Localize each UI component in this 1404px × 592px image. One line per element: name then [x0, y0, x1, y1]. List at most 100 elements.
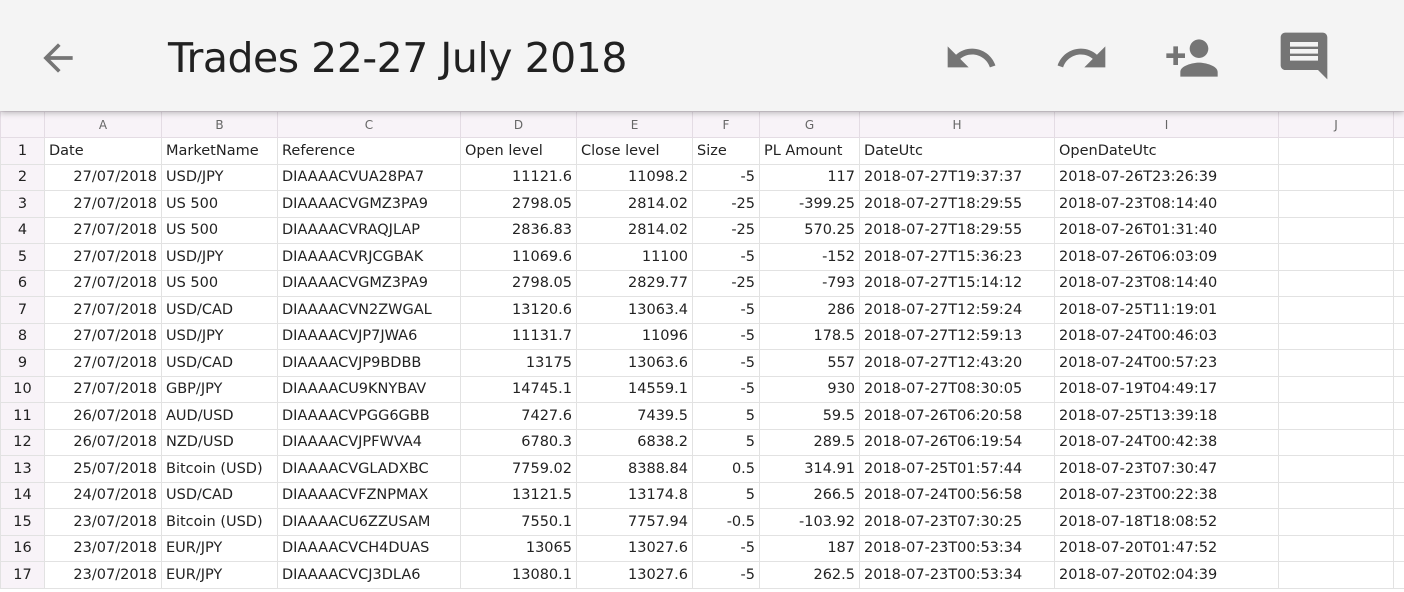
- cell-a-5[interactable]: 27/07/2018: [44, 243, 162, 271]
- row-header[interactable]: 13: [0, 455, 45, 483]
- cell-j-1[interactable]: [1278, 137, 1394, 165]
- row-header[interactable]: 17: [0, 561, 45, 589]
- row-header[interactable]: 8: [0, 322, 45, 350]
- cell-g-17[interactable]: 262.5: [759, 561, 860, 589]
- cell-c-4[interactable]: DIAAAACVRAQJLAP: [277, 216, 461, 244]
- column-header[interactable]: C: [277, 111, 461, 138]
- column-header[interactable]: B: [161, 111, 278, 138]
- cell-i-2[interactable]: 2018-07-26T23:26:39: [1054, 163, 1279, 191]
- column-header[interactable]: F: [692, 111, 760, 138]
- cell-i-3[interactable]: 2018-07-23T08:14:40: [1054, 190, 1279, 218]
- cell-d-16[interactable]: 13065: [460, 534, 577, 562]
- cell-h-8[interactable]: 2018-07-27T12:59:13: [859, 322, 1055, 350]
- cell-f-10[interactable]: -5: [692, 375, 760, 403]
- cell-e-15[interactable]: 7757.94: [576, 508, 693, 536]
- cell-h-9[interactable]: 2018-07-27T12:43:20: [859, 349, 1055, 377]
- cell-e-8[interactable]: 11096: [576, 322, 693, 350]
- cell-c-10[interactable]: DIAAAACU9KNYBAV: [277, 375, 461, 403]
- corner-cell[interactable]: [0, 111, 45, 138]
- cell-b-16[interactable]: EUR/JPY: [161, 534, 278, 562]
- cell-a-12[interactable]: 26/07/2018: [44, 428, 162, 456]
- cell-d-11[interactable]: 7427.6: [460, 402, 577, 430]
- cell-c-3[interactable]: DIAAAACVGMZ3PA9: [277, 190, 461, 218]
- cell-h-1[interactable]: DateUtc: [859, 137, 1055, 165]
- row-header[interactable]: 4: [0, 216, 45, 244]
- row-header[interactable]: 11: [0, 402, 45, 430]
- cell-b-12[interactable]: NZD/USD: [161, 428, 278, 456]
- cell-h-17[interactable]: 2018-07-23T00:53:34: [859, 561, 1055, 589]
- cell-j-9[interactable]: [1278, 349, 1394, 377]
- cell-d-8[interactable]: 11131.7: [460, 322, 577, 350]
- cell-i-4[interactable]: 2018-07-26T01:31:40: [1054, 216, 1279, 244]
- cell-f-1[interactable]: Size: [692, 137, 760, 165]
- cell-a-9[interactable]: 27/07/2018: [44, 349, 162, 377]
- cell-d-5[interactable]: 11069.6: [460, 243, 577, 271]
- cell-j-2[interactable]: [1278, 163, 1394, 191]
- cell-b-10[interactable]: GBP/JPY: [161, 375, 278, 403]
- cell-c-8[interactable]: DIAAAACVJP7JWA6: [277, 322, 461, 350]
- cell-d-10[interactable]: 14745.1: [460, 375, 577, 403]
- cell-b-17[interactable]: EUR/JPY: [161, 561, 278, 589]
- cell-e-9[interactable]: 13063.6: [576, 349, 693, 377]
- cell-a-16[interactable]: 23/07/2018: [44, 534, 162, 562]
- row-header[interactable]: 14: [0, 481, 45, 509]
- spreadsheet-grid[interactable]: A B C D E F G H I J 1 Date MarketName Refer…: [0, 111, 1404, 592]
- cell-i-14[interactable]: 2018-07-23T00:22:38: [1054, 481, 1279, 509]
- row-header[interactable]: 6: [0, 269, 45, 297]
- row-header[interactable]: 15: [0, 508, 45, 536]
- cell-a-15[interactable]: 23/07/2018: [44, 508, 162, 536]
- cell-c-9[interactable]: DIAAAACVJP9BDBB: [277, 349, 461, 377]
- cell-c-7[interactable]: DIAAAACVN2ZWGAL: [277, 296, 461, 324]
- cell-e-12[interactable]: 6838.2: [576, 428, 693, 456]
- cell-j-17[interactable]: [1278, 561, 1394, 589]
- cell-d-9[interactable]: 13175: [460, 349, 577, 377]
- cell-g-9[interactable]: 557: [759, 349, 860, 377]
- cell-a-7[interactable]: 27/07/2018: [44, 296, 162, 324]
- cell-b-8[interactable]: USD/JPY: [161, 322, 278, 350]
- column-header[interactable]: E: [576, 111, 693, 138]
- cell-h-13[interactable]: 2018-07-25T01:57:44: [859, 455, 1055, 483]
- cell-h-16[interactable]: 2018-07-23T00:53:34: [859, 534, 1055, 562]
- column-header[interactable]: J: [1278, 111, 1394, 138]
- cell-h-4[interactable]: 2018-07-27T18:29:55: [859, 216, 1055, 244]
- cell-a-3[interactable]: 27/07/2018: [44, 190, 162, 218]
- cell-i-13[interactable]: 2018-07-23T07:30:47: [1054, 455, 1279, 483]
- cell-e-2[interactable]: 11098.2: [576, 163, 693, 191]
- cell-h-15[interactable]: 2018-07-23T07:30:25: [859, 508, 1055, 536]
- cell-c-16[interactable]: DIAAAACVCH4DUAS: [277, 534, 461, 562]
- cell-g-2[interactable]: 117: [759, 163, 860, 191]
- cell-h-2[interactable]: 2018-07-27T19:37:37: [859, 163, 1055, 191]
- column-header[interactable]: A: [44, 111, 162, 138]
- cell-b-7[interactable]: USD/CAD: [161, 296, 278, 324]
- cell-a-11[interactable]: 26/07/2018: [44, 402, 162, 430]
- cell-e-11[interactable]: 7439.5: [576, 402, 693, 430]
- cell-c-5[interactable]: DIAAAACVRJCGBAK: [277, 243, 461, 271]
- cell-g-15[interactable]: -103.92: [759, 508, 860, 536]
- cell-a-14[interactable]: 24/07/2018: [44, 481, 162, 509]
- cell-j-15[interactable]: [1278, 508, 1394, 536]
- cell-c-15[interactable]: DIAAAACU6ZZUSAM: [277, 508, 461, 536]
- cell-h-3[interactable]: 2018-07-27T18:29:55: [859, 190, 1055, 218]
- column-header[interactable]: G: [759, 111, 860, 138]
- cell-c-13[interactable]: DIAAAACVGLADXBC: [277, 455, 461, 483]
- cell-b-15[interactable]: Bitcoin (USD): [161, 508, 278, 536]
- cell-d-7[interactable]: 13120.6: [460, 296, 577, 324]
- comment-button[interactable]: [1276, 28, 1332, 84]
- cell-i-1[interactable]: OpenDateUtc: [1054, 137, 1279, 165]
- cell-d-1[interactable]: Open level: [460, 137, 577, 165]
- cell-b-4[interactable]: US 500: [161, 216, 278, 244]
- row-header[interactable]: 2: [0, 163, 45, 191]
- cell-e-4[interactable]: 2814.02: [576, 216, 693, 244]
- cell-i-16[interactable]: 2018-07-20T01:47:52: [1054, 534, 1279, 562]
- cell-d-6[interactable]: 2798.05: [460, 269, 577, 297]
- redo-button[interactable]: [1054, 30, 1110, 86]
- column-header[interactable]: H: [859, 111, 1055, 138]
- cell-a-1[interactable]: Date: [44, 137, 162, 165]
- cell-e-3[interactable]: 2814.02: [576, 190, 693, 218]
- cell-j-3[interactable]: [1278, 190, 1394, 218]
- cell-g-3[interactable]: -399.25: [759, 190, 860, 218]
- cell-h-12[interactable]: 2018-07-26T06:19:54: [859, 428, 1055, 456]
- cell-i-5[interactable]: 2018-07-26T06:03:09: [1054, 243, 1279, 271]
- cell-d-14[interactable]: 13121.5: [460, 481, 577, 509]
- cell-f-9[interactable]: -5: [692, 349, 760, 377]
